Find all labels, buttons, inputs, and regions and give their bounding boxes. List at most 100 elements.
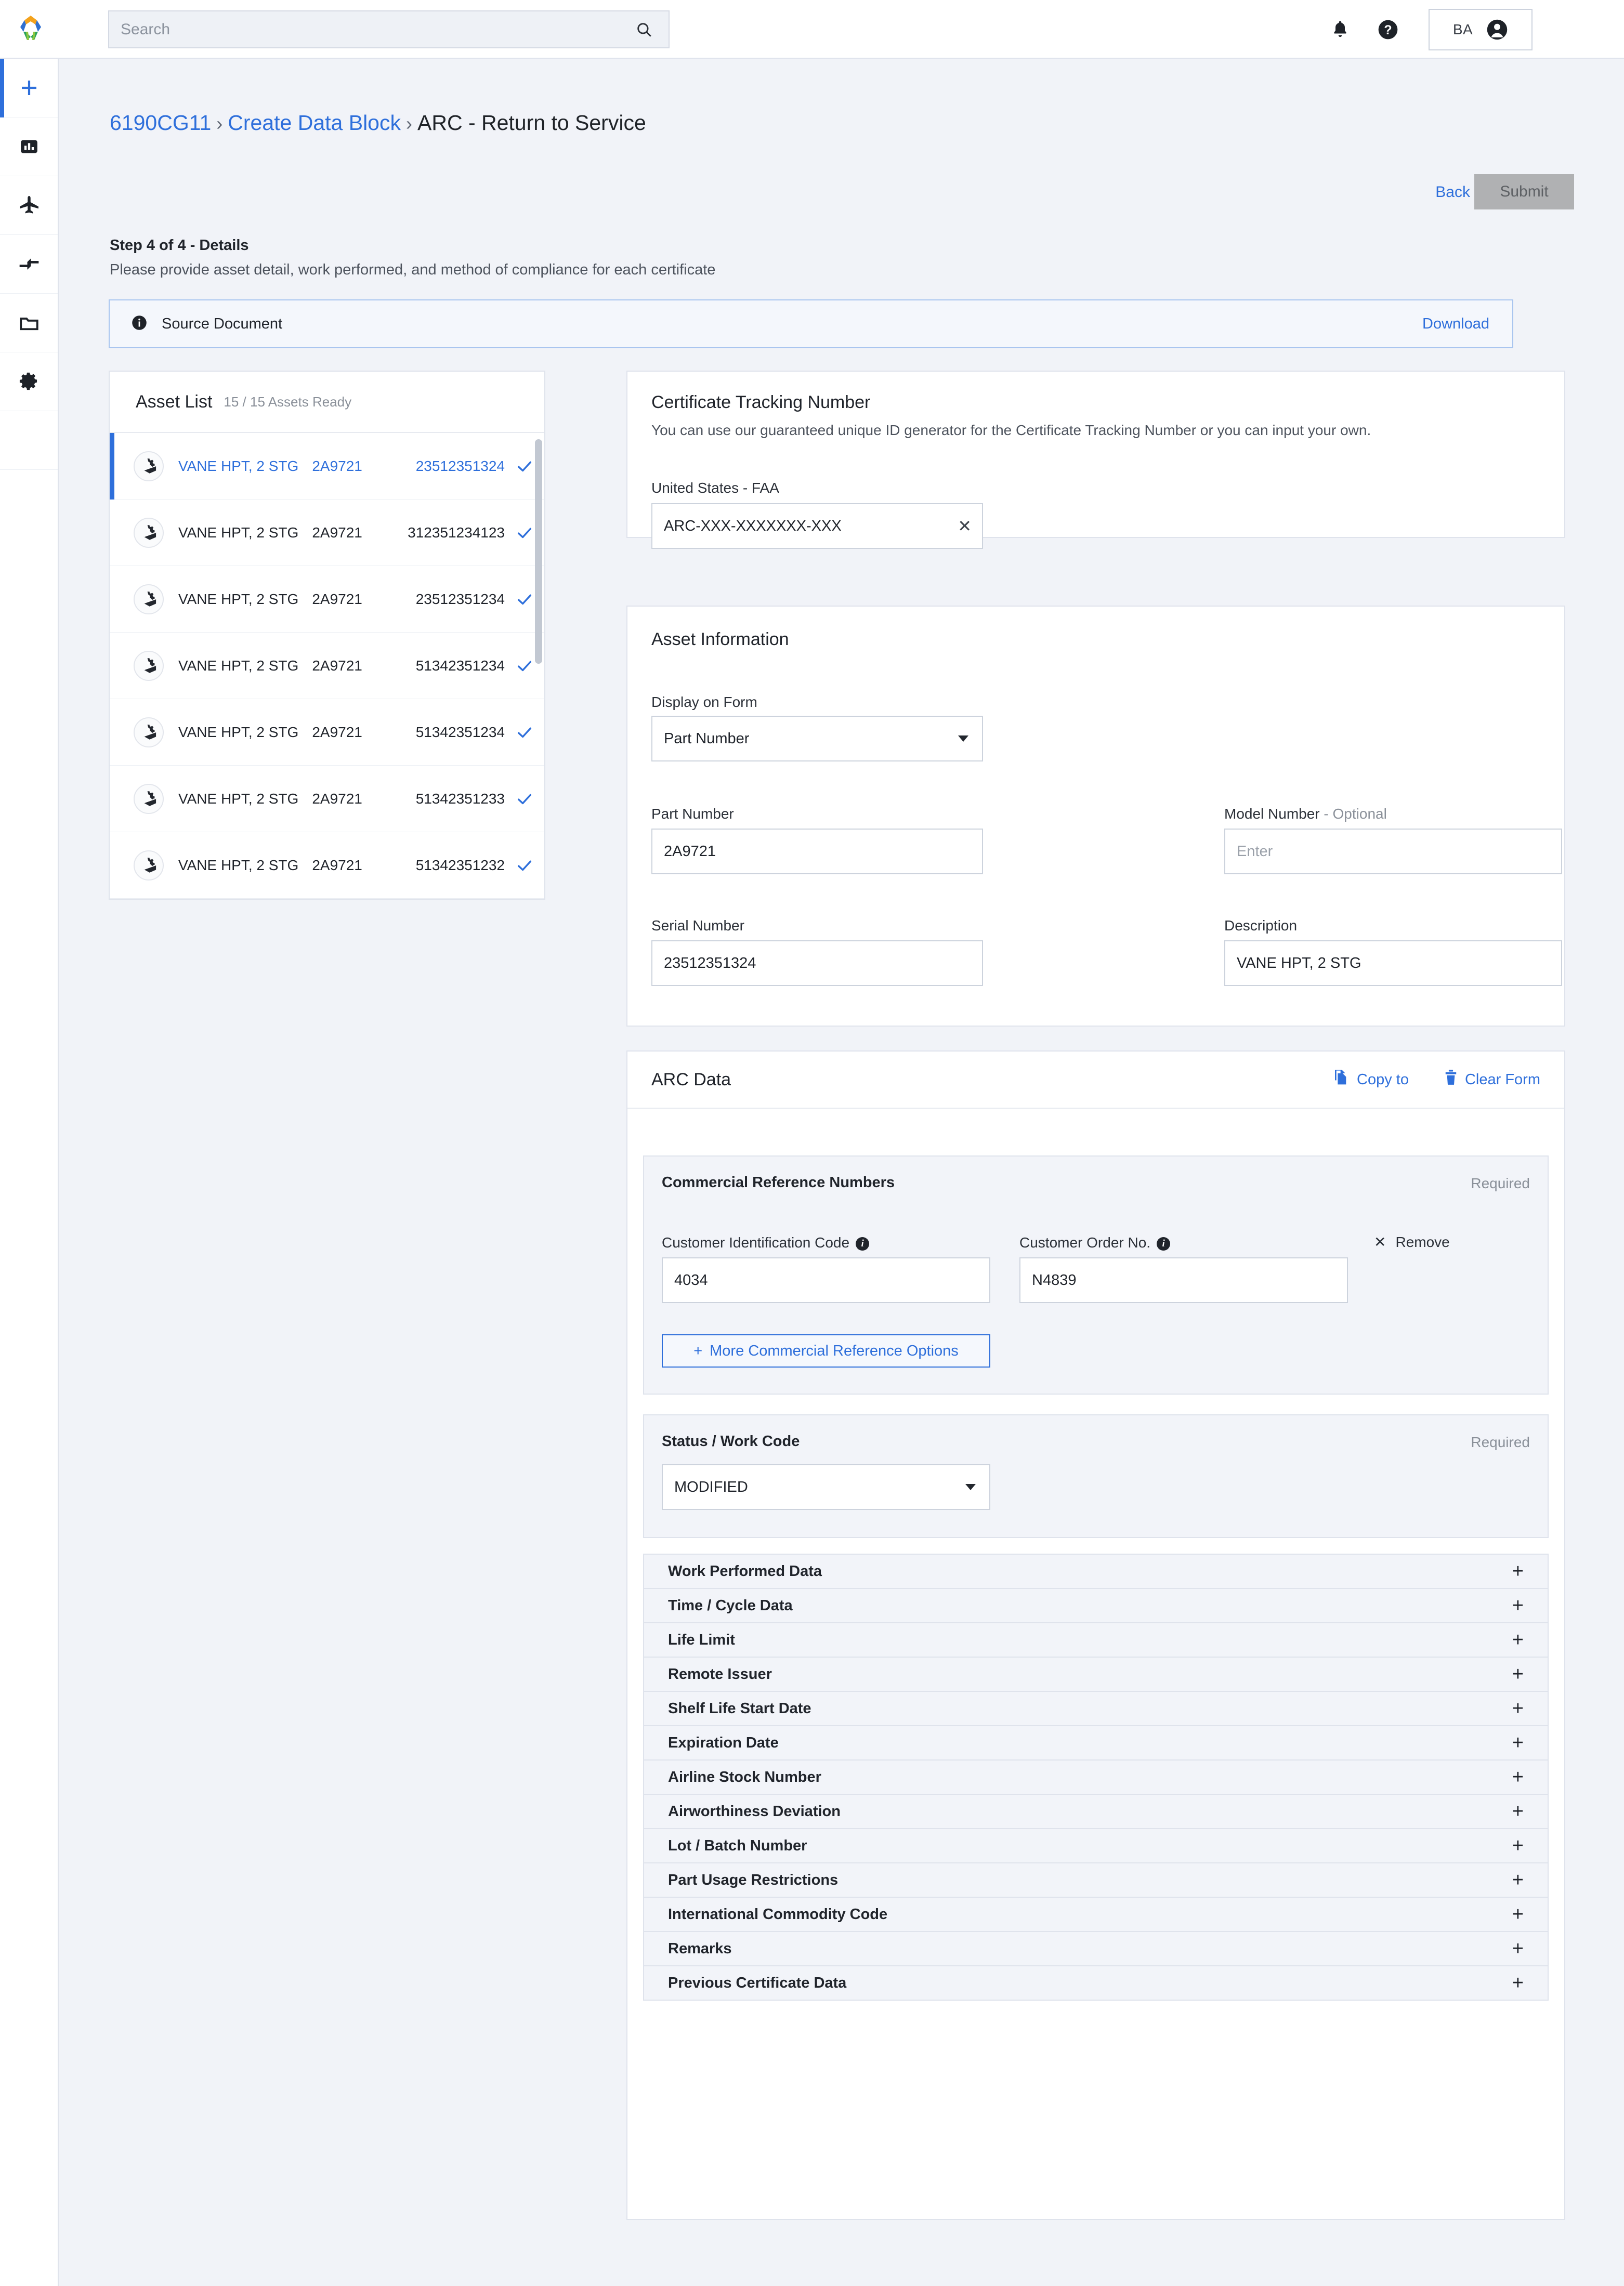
plus-icon[interactable]: + — [1512, 1733, 1524, 1753]
accordion-label: Life Limit — [668, 1631, 735, 1648]
accordion-row[interactable]: Time / Cycle Data + — [643, 1588, 1549, 1623]
search-icon[interactable] — [630, 21, 658, 38]
plus-icon[interactable]: + — [1512, 1664, 1524, 1684]
gear-part-icon — [134, 650, 164, 681]
close-icon[interactable]: ✕ — [958, 518, 972, 534]
clear-form-button[interactable]: Clear Form — [1445, 1070, 1540, 1089]
arc-data-card: ARC Data Copy to Clear Form Commercial R… — [626, 1050, 1565, 2220]
plus-icon[interactable]: + — [1512, 1904, 1524, 1924]
asset-list-row[interactable]: VANE HPT, 2 STG 2A9721 23512351324 — [110, 433, 544, 500]
plus-icon[interactable]: + — [1512, 1596, 1524, 1615]
accordion-label: Remarks — [668, 1940, 732, 1957]
gear-icon — [19, 372, 37, 390]
accordion-row[interactable]: International Commodity Code + — [643, 1897, 1549, 1932]
accordion-row[interactable]: Shelf Life Start Date + — [643, 1691, 1549, 1726]
airplane-icon — [19, 196, 38, 214]
sidebar-item-documents[interactable] — [0, 294, 58, 352]
back-button[interactable]: Back — [1435, 183, 1470, 201]
accordion-row[interactable]: Work Performed Data + — [643, 1554, 1549, 1589]
breadcrumb-item-create-data-block[interactable]: Create Data Block — [228, 111, 401, 135]
asset-list-scrollbar[interactable] — [535, 439, 542, 664]
asset-list-row[interactable]: VANE HPT, 2 STG 2A9721 51342351233 — [110, 766, 544, 832]
info-icon[interactable]: i — [856, 1237, 870, 1251]
check-icon — [505, 724, 544, 741]
accordion-row[interactable]: Life Limit + — [643, 1622, 1549, 1658]
copy-to-button[interactable]: Copy to — [1334, 1069, 1409, 1090]
asset-list-row[interactable]: VANE HPT, 2 STG 2A9721 312351234123 — [110, 500, 544, 566]
chevron-down-icon — [965, 1484, 976, 1490]
breadcrumb-item-current: ARC - Return to Service — [417, 111, 646, 135]
accordion-row[interactable]: Airline Stock Number + — [643, 1759, 1549, 1795]
brand-logo[interactable] — [0, 0, 61, 58]
plus-icon[interactable]: + — [1512, 1767, 1524, 1787]
sidebar-item-spacer — [0, 411, 58, 470]
plus-icon[interactable]: + — [1512, 1939, 1524, 1959]
plus-icon[interactable]: + — [1512, 1973, 1524, 1993]
check-icon — [505, 857, 544, 874]
sidebar-item-analytics[interactable] — [0, 117, 58, 176]
check-icon — [505, 790, 544, 808]
breadcrumb: 6190CG11 › Create Data Block › ARC - Return … — [110, 111, 646, 135]
asset-row-serial-number: 51342351233 — [415, 790, 505, 807]
serial-number-input[interactable] — [651, 940, 983, 986]
accordion-row[interactable]: Lot / Batch Number + — [643, 1828, 1549, 1863]
commercial-reference-title: Commercial Reference Numbers — [662, 1174, 895, 1191]
status-work-code-value: MODIFIED — [674, 1478, 748, 1495]
plus-icon[interactable]: + — [1512, 1836, 1524, 1856]
breadcrumb-item-project[interactable]: 6190CG11 — [110, 111, 211, 135]
accordion-row[interactable]: Expiration Date + — [643, 1725, 1549, 1761]
search-box[interactable] — [108, 10, 670, 48]
customer-order-no-label-text: Customer Order No. — [1019, 1234, 1151, 1251]
description-input[interactable] — [1224, 940, 1562, 986]
accordion-row[interactable]: Remarks + — [643, 1931, 1549, 1966]
more-commercial-reference-options-label: More Commercial Reference Options — [710, 1342, 959, 1359]
notifications-button[interactable] — [1316, 0, 1364, 59]
gear-part-icon — [134, 517, 164, 548]
help-button[interactable]: ? — [1364, 0, 1412, 59]
model-number-input[interactable] — [1224, 829, 1562, 874]
asset-list-row[interactable]: VANE HPT, 2 STG 2A9721 23512351234 — [110, 566, 544, 633]
accordion-row[interactable]: Previous Certificate Data + — [643, 1965, 1549, 2001]
plus-icon[interactable]: + — [1512, 1561, 1524, 1581]
accordion-row[interactable]: Airworthiness Deviation + — [643, 1794, 1549, 1829]
source-document-banner: Source Document Download — [109, 299, 1513, 348]
asset-list-panel: Asset List 15 / 15 Assets Ready VANE HPT… — [109, 371, 545, 900]
sidebar-item-create[interactable] — [0, 59, 58, 117]
arc-data-title: ARC Data — [651, 1069, 731, 1089]
display-on-form-select[interactable]: Part Number — [651, 716, 983, 761]
asset-list-row[interactable]: VANE HPT, 2 STG 2A9721 51342351232 — [110, 832, 544, 899]
gear-part-icon — [134, 584, 164, 614]
asset-list-row[interactable]: VANE HPT, 2 STG 2A9721 51342351234 — [110, 633, 544, 699]
asset-row-serial-number: 23512351234 — [415, 590, 505, 607]
download-link[interactable]: Download — [1422, 316, 1489, 333]
plus-icon[interactable]: + — [1512, 1802, 1524, 1821]
remove-commercial-reference-button[interactable]: ✕ Remove — [1374, 1233, 1450, 1251]
asset-information-title: Asset Information — [651, 629, 789, 649]
part-number-input[interactable] — [651, 829, 983, 874]
plus-icon[interactable]: + — [1512, 1870, 1524, 1890]
plus-icon[interactable]: + — [1512, 1699, 1524, 1718]
part-number-label: Part Number — [651, 806, 734, 822]
submit-button[interactable]: Submit — [1474, 174, 1574, 209]
certificate-tracking-input[interactable] — [651, 503, 983, 549]
asset-list-scroll[interactable]: VANE HPT, 2 STG 2A9721 23512351324 VANE HP… — [110, 433, 544, 899]
customer-order-no-input[interactable] — [1019, 1257, 1348, 1303]
status-work-code-select[interactable]: MODIFIED — [662, 1464, 990, 1510]
arc-data-actions: Copy to Clear Form — [1334, 1069, 1540, 1090]
plus-icon[interactable]: + — [1512, 1630, 1524, 1650]
sidebar-item-transfers[interactable] — [0, 235, 58, 294]
asset-row-description: VANE HPT, 2 STG — [178, 657, 299, 674]
asset-list-row[interactable]: VANE HPT, 2 STG 2A9721 51342351234 — [110, 699, 544, 766]
user-menu[interactable]: BA — [1429, 8, 1533, 50]
more-commercial-reference-options-button[interactable]: + More Commercial Reference Options — [662, 1334, 990, 1368]
copy-to-label: Copy to — [1357, 1071, 1409, 1088]
accordion-label: Lot / Batch Number — [668, 1837, 807, 1854]
accordion-row[interactable]: Remote Issuer + — [643, 1657, 1549, 1692]
sidebar-item-fleet[interactable] — [0, 176, 58, 235]
asset-row-part-number: 2A9721 — [312, 524, 362, 541]
customer-identification-code-input[interactable] — [662, 1257, 990, 1303]
accordion-row[interactable]: Part Usage Restrictions + — [643, 1862, 1549, 1898]
search-input[interactable] — [109, 20, 630, 38]
info-icon[interactable]: i — [1157, 1237, 1171, 1251]
sidebar-item-settings[interactable] — [0, 352, 58, 411]
